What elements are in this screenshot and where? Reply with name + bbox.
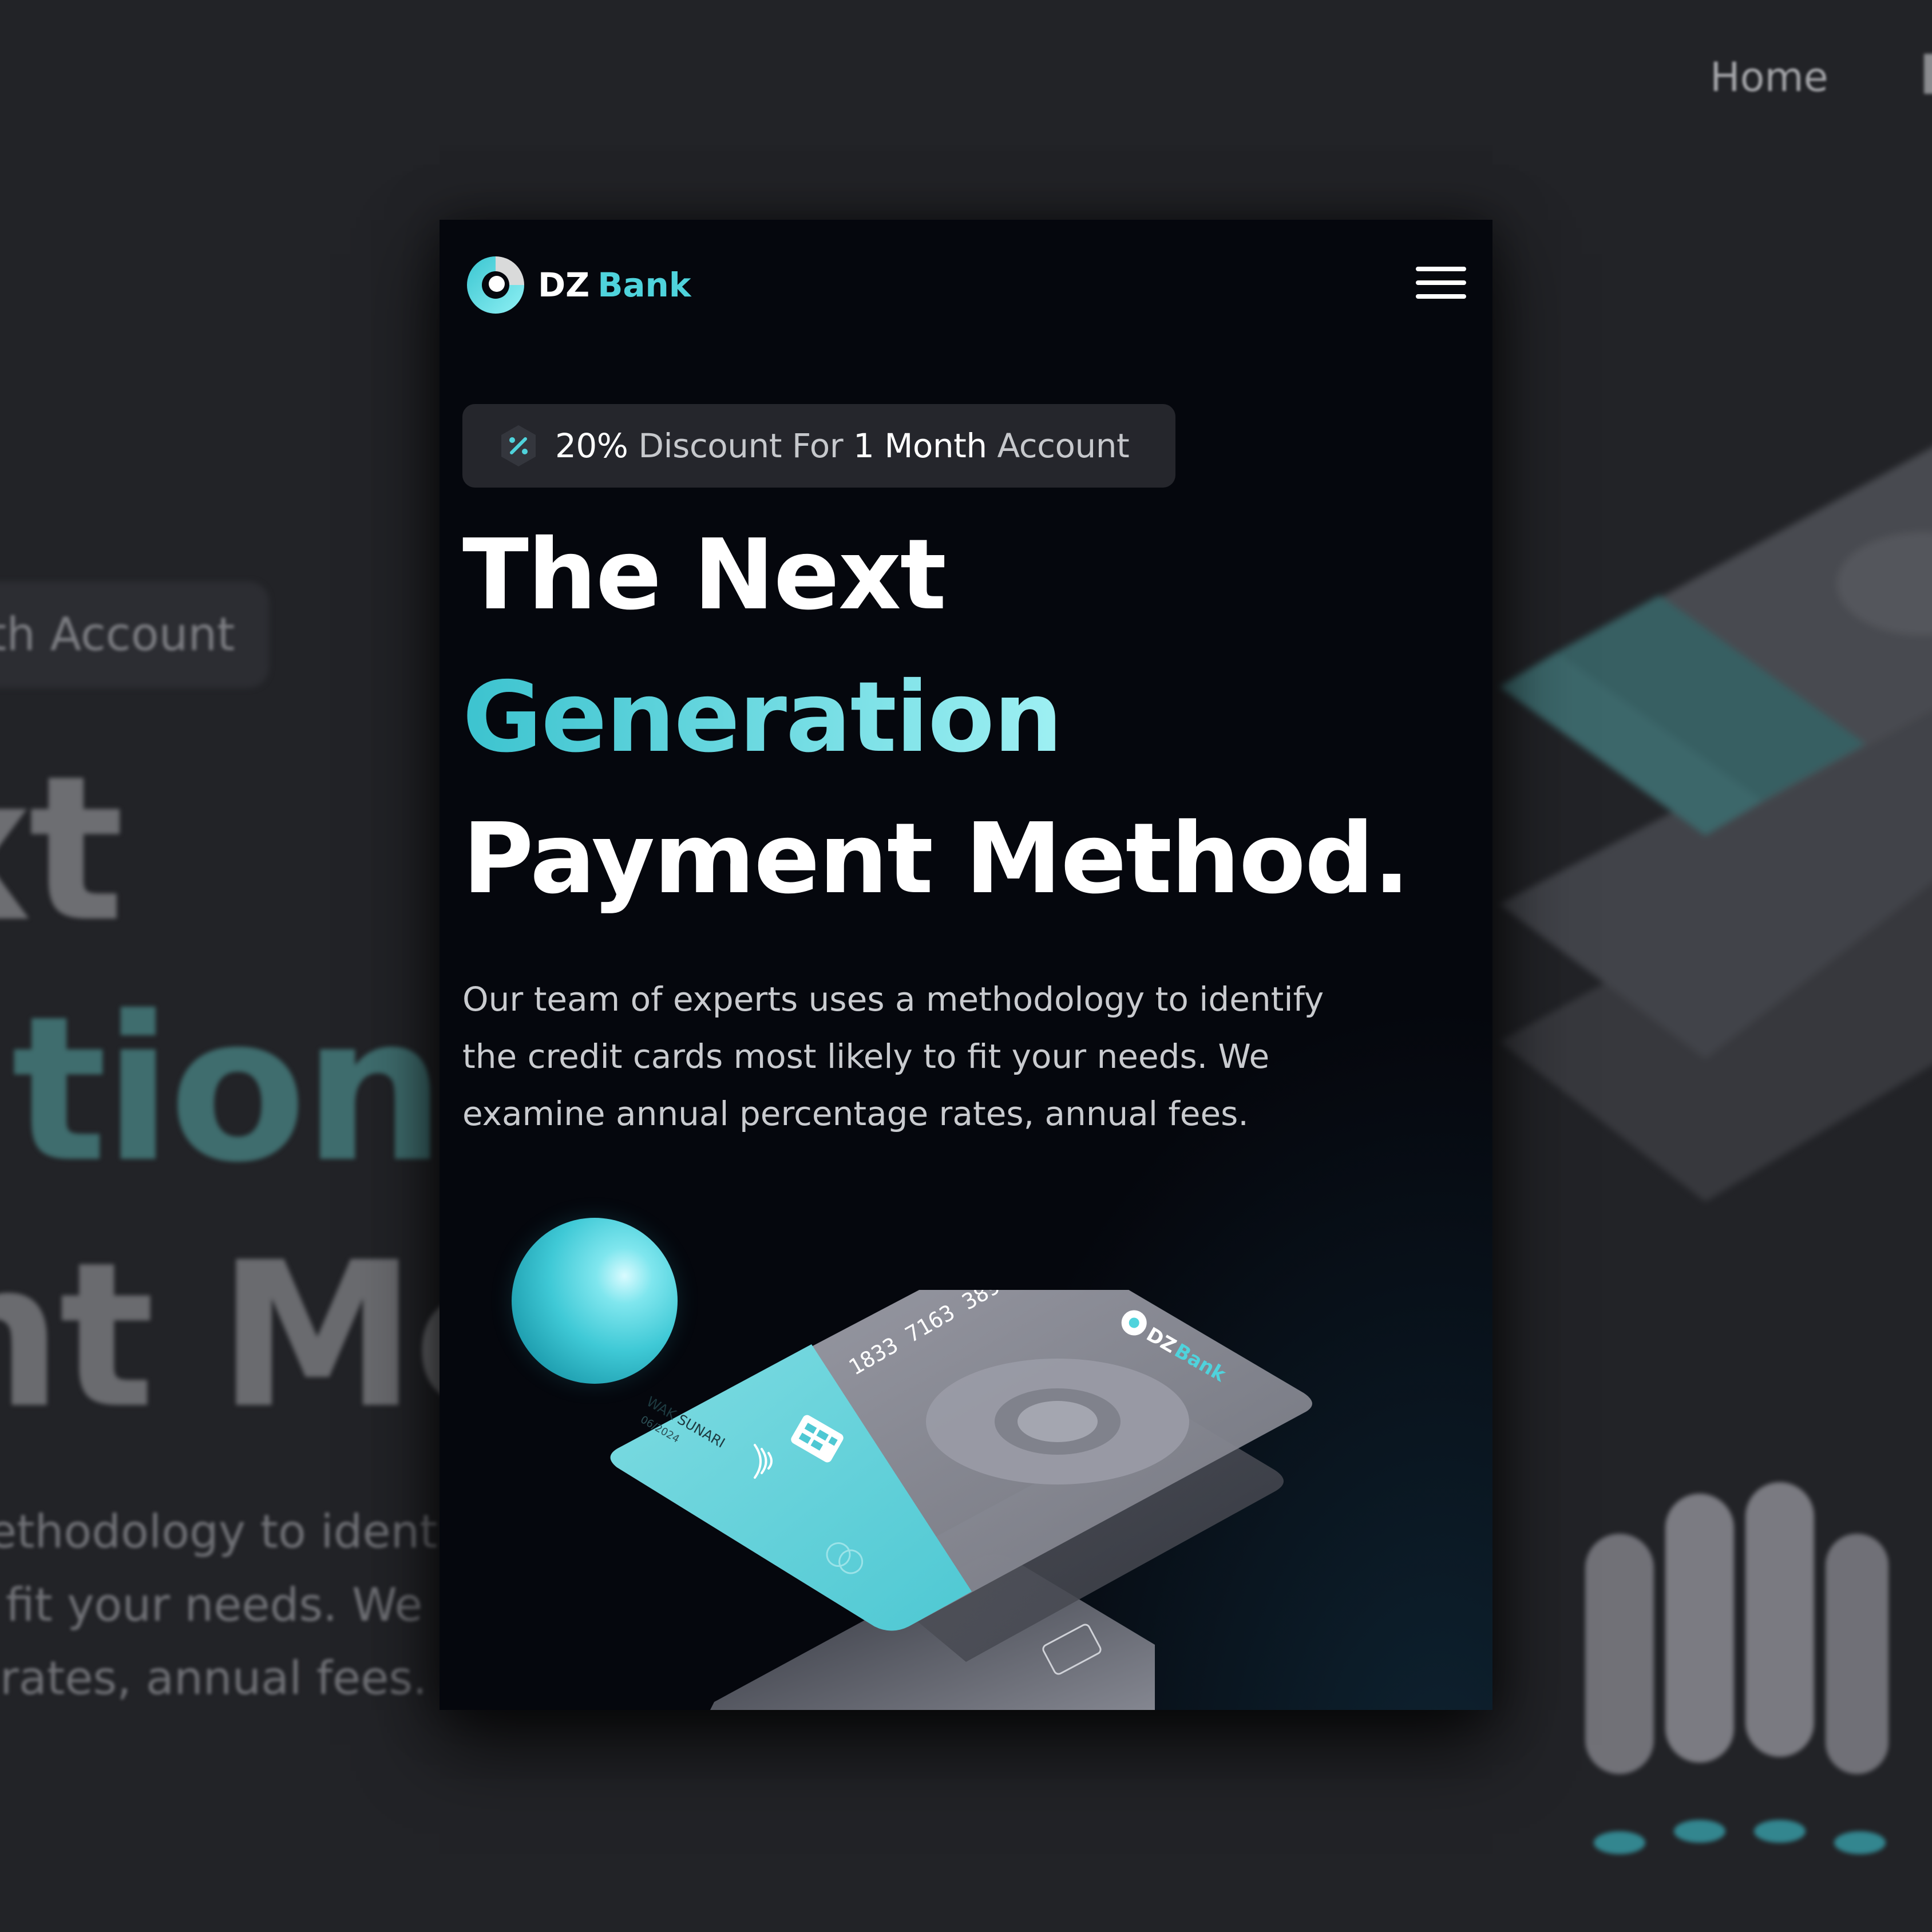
brand-name: DZ Bank xyxy=(538,266,691,304)
hamburger-menu-button[interactable] xyxy=(1411,254,1468,311)
background-nav-next-item xyxy=(1924,54,1932,94)
background-headline-1: xt xyxy=(0,733,124,966)
percent-badge-icon xyxy=(501,425,536,466)
background-headline-2: tion xyxy=(11,973,446,1206)
brand-name-bank: Bank xyxy=(597,266,691,304)
promo-middle: Discount For xyxy=(628,426,853,465)
hero-headline-line-1: The Next xyxy=(462,518,947,632)
credit-card-stack-illustration: WAK SUNARI 1833 7163 3892 1028 DZ Bank W… xyxy=(610,1290,1312,1710)
background-robot-hand xyxy=(1585,1482,1889,1854)
hero-headline-line-2: Generation xyxy=(462,661,1063,774)
promo-tail: Account xyxy=(987,426,1130,465)
background-promo-text: th Account xyxy=(0,608,235,661)
hero-headline-line-3: Payment Method. xyxy=(462,802,1410,916)
hero-description-line-2: the credit cards most likely to fit your… xyxy=(462,1037,1270,1076)
background-body-line-2: fit your needs. We xyxy=(6,1578,423,1632)
promo-duration: 1 Month xyxy=(853,426,987,465)
background-card-stack xyxy=(1499,447,1932,1202)
logo-mark-icon xyxy=(467,256,524,314)
background-body-line-3: rates, annual fees. xyxy=(0,1652,427,1705)
hero-description: Our team of experts uses a methodology t… xyxy=(462,971,1447,1142)
brand-name-dz: DZ xyxy=(538,266,590,304)
top-navbar: DZ Bank xyxy=(440,220,1492,346)
promo-percent: 20% xyxy=(555,426,628,465)
background-body-line-1: ethodology to identi xyxy=(0,1505,450,1558)
discount-promo-pill[interactable]: 20% Discount For 1 Month Account xyxy=(462,404,1175,488)
card-front: 1833 7163 3892 1028 DZ Bank WAK SUNARI 0… xyxy=(610,1290,1312,1631)
promo-text: 20% Discount For 1 Month Account xyxy=(555,426,1130,465)
hero-description-line-3: examine annual percentage rates, annual … xyxy=(462,1094,1249,1133)
mobile-screen: DZ Bank 20% Discount For 1 Month Account … xyxy=(440,220,1492,1710)
background-nav-home: Home xyxy=(1710,54,1828,101)
brand-logo[interactable]: DZ Bank xyxy=(462,252,691,318)
hero-description-line-1: Our team of experts uses a methodology t… xyxy=(462,980,1324,1019)
